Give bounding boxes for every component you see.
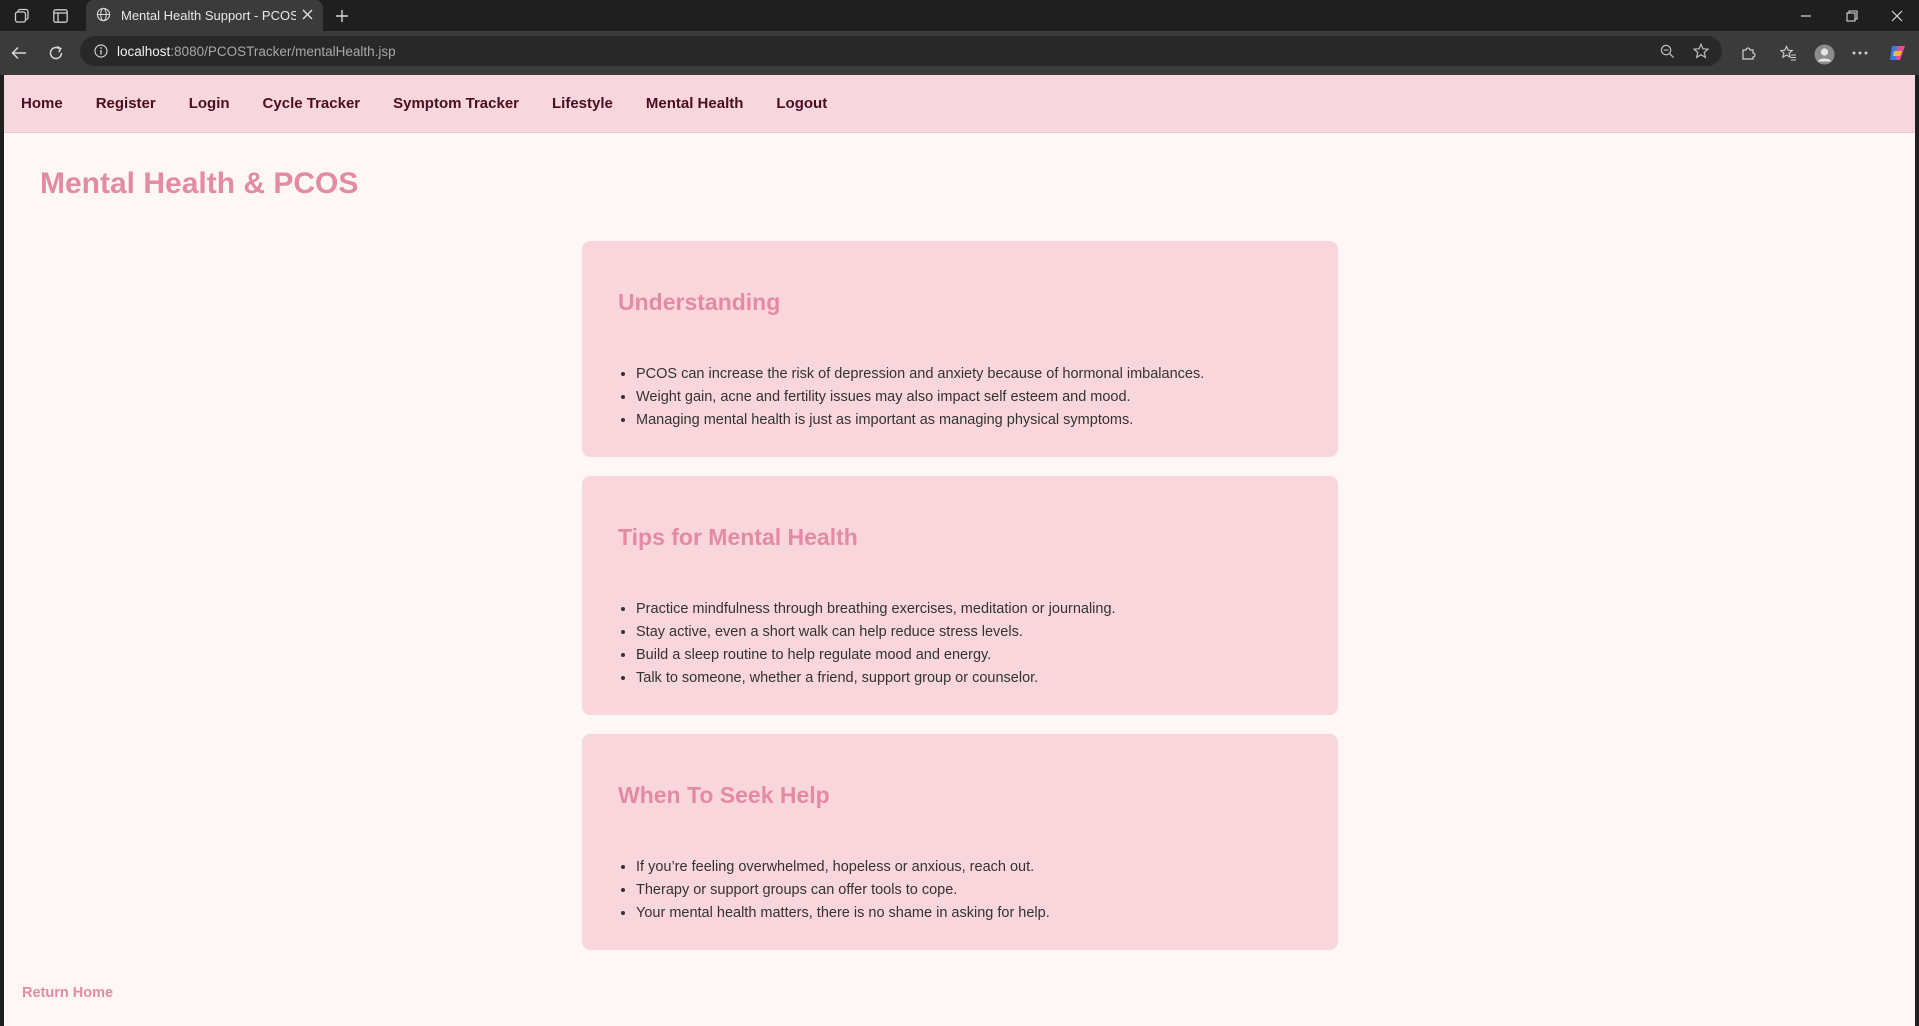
list-item: PCOS can increase the risk of depression…	[636, 363, 1302, 386]
nav-lifestyle[interactable]: Lifestyle	[552, 91, 613, 116]
url-path: :8080/PCOSTracker/mentalHealth.jsp	[170, 43, 396, 59]
site-info-icon[interactable]	[94, 44, 108, 58]
browser-toolbar: localhost:8080/PCOSTracker/mentalHealth.…	[0, 31, 1919, 75]
nav-home[interactable]: Home	[21, 91, 63, 116]
list-item: Talk to someone, whether a friend, suppo…	[636, 667, 1302, 690]
nav-symptom-tracker[interactable]: Symptom Tracker	[393, 91, 519, 116]
globe-icon	[96, 7, 111, 25]
list-item: Your mental health matters, there is no …	[636, 902, 1302, 925]
favorites-icon[interactable]	[1778, 44, 1798, 62]
page-viewport: Home Register Login Cycle Tracker Sympto…	[4, 75, 1915, 1026]
nav-mental-health[interactable]: Mental Health	[646, 91, 744, 116]
card-list: If you’re feeling overwhelmed, hopeless …	[636, 856, 1302, 925]
new-tab-icon[interactable]	[333, 7, 351, 25]
nav-cycle-tracker[interactable]: Cycle Tracker	[263, 91, 361, 116]
list-item: Weight gain, acne and fertility issues m…	[636, 386, 1302, 409]
profile-avatar-icon[interactable]	[1813, 43, 1835, 65]
vertical-tabs-icon[interactable]	[51, 7, 69, 25]
minimize-icon[interactable]	[1797, 7, 1815, 25]
card-list: PCOS can increase the risk of depression…	[636, 363, 1302, 432]
list-item: Practice mindfulness through breathing e…	[636, 598, 1302, 621]
card-list: Practice mindfulness through breathing e…	[636, 598, 1302, 690]
card-tips: Tips for Mental Health Practice mindfuln…	[582, 476, 1338, 715]
page-title: Mental Health & PCOS	[40, 167, 359, 200]
zoom-icon[interactable]	[1660, 36, 1675, 66]
nav-logout[interactable]: Logout	[776, 91, 827, 116]
close-window-icon[interactable]	[1888, 7, 1906, 25]
card-heading: Understanding	[618, 289, 781, 315]
card-heading: Tips for Mental Health	[618, 524, 858, 550]
list-item: Build a sleep routine to help regulate m…	[636, 644, 1302, 667]
nav-login[interactable]: Login	[189, 91, 230, 116]
card-heading: When To Seek Help	[618, 782, 830, 808]
more-menu-icon[interactable]	[1850, 44, 1870, 62]
favorite-star-icon[interactable]	[1693, 36, 1709, 66]
browser-tab-active[interactable]: Mental Health Support - PCOS Tracker	[86, 0, 323, 31]
extensions-icon[interactable]	[1738, 44, 1758, 62]
address-bar[interactable]: localhost:8080/PCOSTracker/mentalHealth.…	[80, 36, 1722, 66]
card-seek-help: When To Seek Help If you’re feeling over…	[582, 734, 1338, 950]
close-tab-icon[interactable]	[302, 8, 313, 23]
list-item: Therapy or support groups can offer tool…	[636, 879, 1302, 902]
nav-register[interactable]: Register	[96, 91, 156, 116]
list-item: If you’re feeling overwhelmed, hopeless …	[636, 856, 1302, 879]
back-icon[interactable]	[9, 44, 29, 62]
workspaces-icon[interactable]	[13, 7, 31, 25]
browser-tabstrip: Mental Health Support - PCOS Tracker	[0, 0, 1919, 31]
tab-title: Mental Health Support - PCOS Tracker	[121, 8, 296, 23]
main-navbar: Home Register Login Cycle Tracker Sympto…	[4, 75, 1915, 133]
card-understanding: Understanding PCOS can increase the risk…	[582, 241, 1338, 457]
reload-icon[interactable]	[46, 44, 66, 62]
restore-icon[interactable]	[1843, 7, 1861, 25]
list-item: Managing mental health is just as import…	[636, 409, 1302, 432]
copilot-icon[interactable]	[1887, 43, 1909, 63]
return-home-link[interactable]: Return Home	[22, 985, 113, 1001]
list-item: Stay active, even a short walk can help …	[636, 621, 1302, 644]
url-host: localhost	[117, 43, 171, 59]
